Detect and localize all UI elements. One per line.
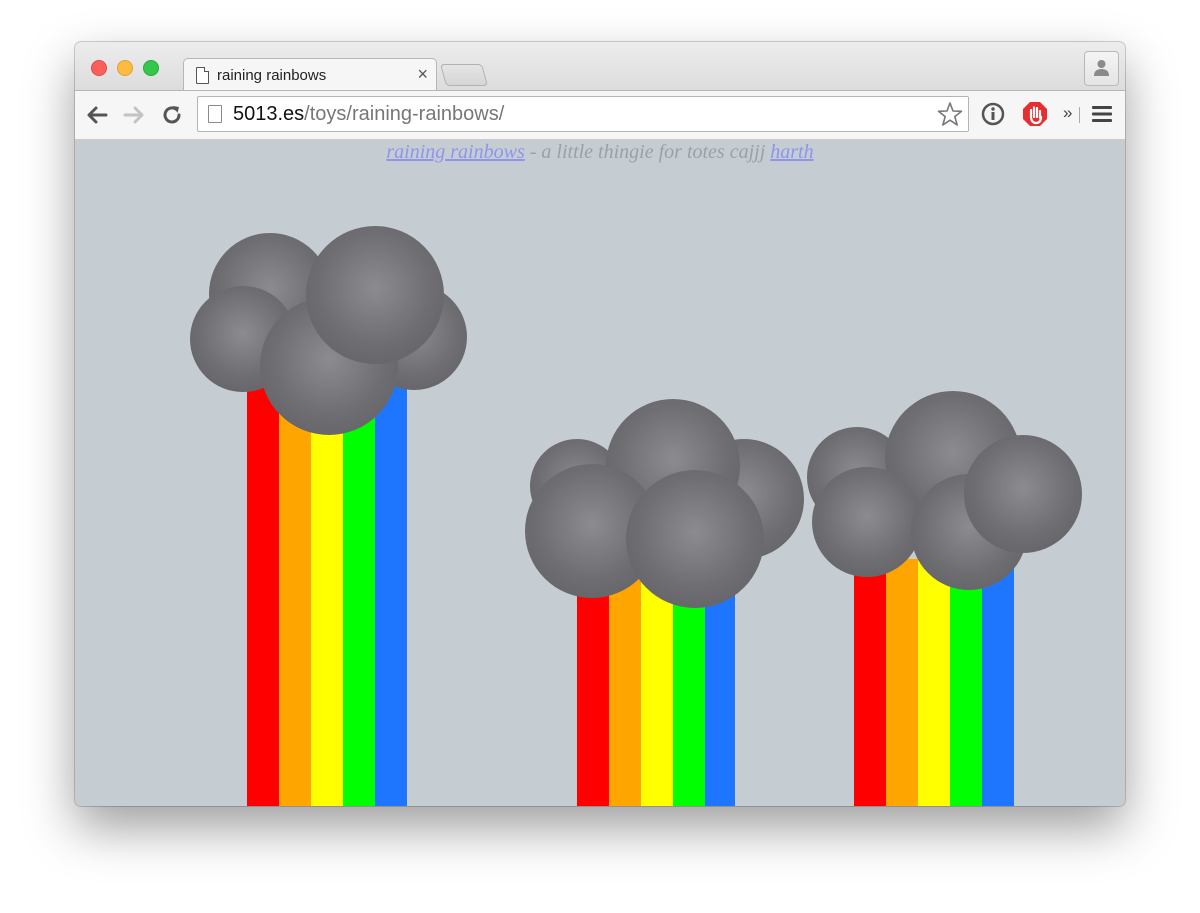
tab-raining-rainbows[interactable]: raining rainbows ×	[183, 58, 437, 92]
forward-arrow-icon[interactable]	[122, 103, 146, 127]
url-path: /toys/raining-rainbows/	[304, 103, 505, 125]
browser-window: raining rainbows × 5013.es/toys/raining-…	[75, 42, 1125, 806]
back-arrow-icon[interactable]	[85, 103, 109, 127]
close-tab-icon[interactable]: ×	[417, 64, 428, 85]
menu-icon[interactable]	[1091, 103, 1113, 125]
url-text[interactable]: 5013.es/toys/raining-rainbows/	[233, 103, 504, 126]
zoom-window-button[interactable]	[143, 60, 159, 76]
rainbow-stripe-green	[343, 379, 375, 806]
title-bar: raining rainbows ×	[75, 42, 1125, 92]
profile-button[interactable]	[1084, 51, 1119, 86]
rainbow-stripe-red	[577, 579, 609, 806]
toolbar-divider	[1079, 107, 1080, 123]
rainbow-stripe-orange	[279, 379, 311, 806]
cloud-puff	[812, 467, 922, 577]
toolbar: 5013.es/toys/raining-rainbows/ »	[75, 90, 1125, 140]
rainbow-stripe-yellow	[918, 559, 950, 806]
rainbow-stripe-blue	[375, 379, 407, 806]
page-caption: raining rainbows - a little thingie for …	[75, 141, 1125, 164]
cloud-puff	[626, 470, 764, 608]
rainbow-stripe-green	[673, 579, 705, 806]
page-content: raining rainbows - a little thingie for …	[75, 139, 1125, 806]
page-icon	[196, 67, 209, 84]
rainbow-stripe-green	[950, 559, 982, 806]
cloud-puff	[306, 226, 444, 364]
minimize-window-button[interactable]	[117, 60, 133, 76]
rainbow-stripe-blue	[982, 559, 1014, 806]
more-extensions-chevron[interactable]: »	[1063, 103, 1072, 123]
cloud-puff	[964, 435, 1082, 553]
address-bar[interactable]: 5013.es/toys/raining-rainbows/	[197, 96, 969, 132]
caption-text: - a little thingie for totes cajjj	[524, 141, 771, 163]
tab-title: raining rainbows	[217, 67, 327, 84]
info-extension-icon[interactable]	[981, 102, 1005, 126]
rainbow-stripe-red	[247, 379, 279, 806]
rainbow-stripe-blue	[705, 579, 735, 806]
page-icon	[208, 105, 222, 123]
rainbow-stripe-orange	[886, 559, 918, 806]
rainbow-stripe-yellow	[641, 579, 673, 806]
rainbow-stripe-orange	[609, 579, 641, 806]
title-link[interactable]: raining rainbows	[386, 141, 524, 163]
author-link[interactable]: harth	[770, 141, 813, 163]
close-window-button[interactable]	[91, 60, 107, 76]
adblock-extension-icon[interactable]	[1022, 101, 1048, 127]
new-tab-button[interactable]	[440, 64, 488, 86]
reload-icon[interactable]	[160, 103, 184, 127]
rainbow-stripe-red	[854, 559, 886, 806]
url-host: 5013.es	[233, 103, 305, 125]
profile-icon	[1094, 60, 1109, 76]
star-icon[interactable]	[937, 101, 963, 127]
rainbow-stripe-yellow	[311, 379, 343, 806]
